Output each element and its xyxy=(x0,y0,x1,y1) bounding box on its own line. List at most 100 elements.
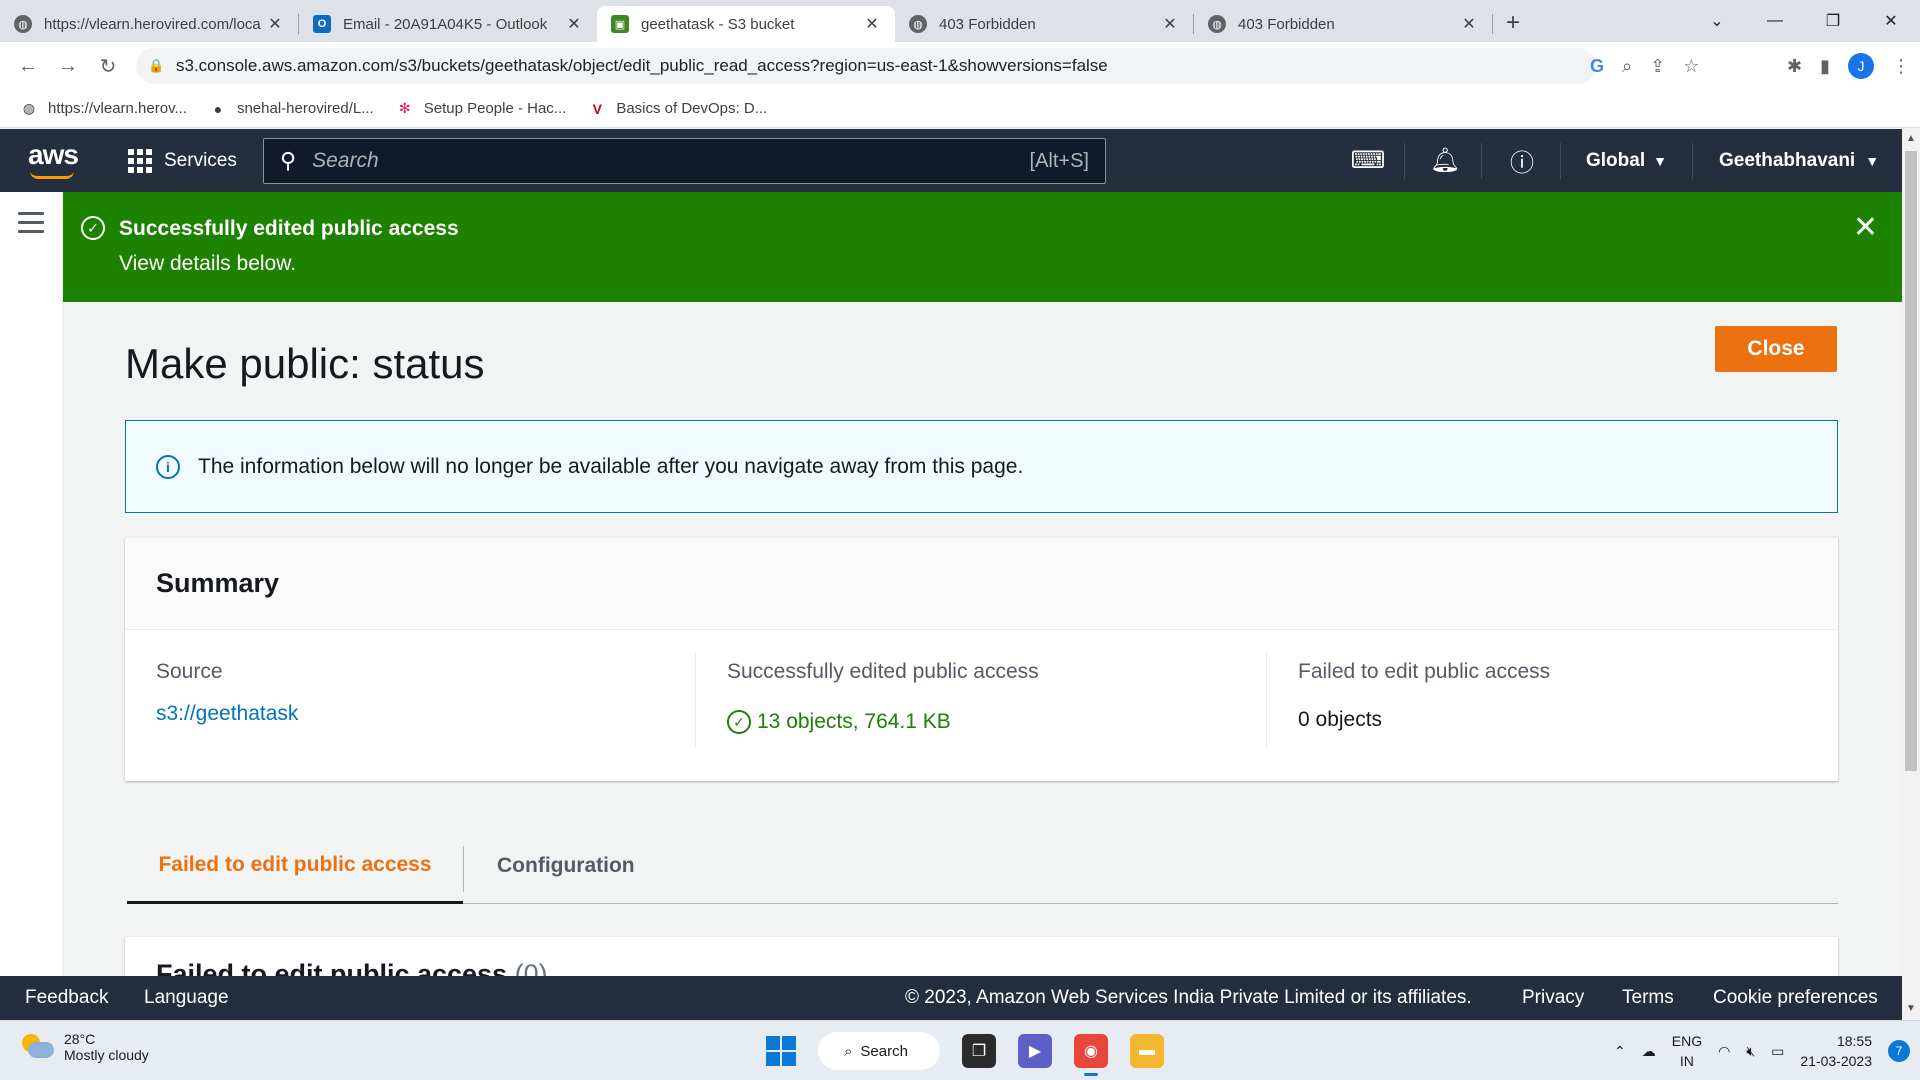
account-menu[interactable]: Geethabhavani ▼ xyxy=(1719,129,1879,192)
tab-search-icon[interactable]: ⌄ xyxy=(1688,11,1746,31)
chevron-up-icon[interactable]: ⌃ xyxy=(1614,1043,1626,1060)
tab-title: geethatask - S3 bucket xyxy=(641,15,795,33)
hamburger-menu-icon[interactable] xyxy=(18,212,44,239)
extensions-icon[interactable]: ✱ xyxy=(1787,56,1802,77)
partly-cloudy-icon xyxy=(20,1034,54,1060)
page-title: Make public: status xyxy=(125,340,485,387)
caret-down-icon: ▼ xyxy=(1865,152,1880,169)
help-icon[interactable]: ⓘ xyxy=(1502,129,1542,192)
profile-avatar[interactable]: J xyxy=(1848,53,1874,79)
bookmark-item[interactable]: ✻ Setup People - Hac... xyxy=(396,100,566,118)
browser-toolbar-right: ✱ ▮ J ⋮ xyxy=(1787,42,1910,90)
window-close-icon[interactable]: ✕ xyxy=(1862,11,1920,31)
back-icon[interactable]: ← xyxy=(8,55,48,78)
panel-count: (0) xyxy=(514,959,548,977)
browser-tab[interactable]: ◍ https://vlearn.herovired.com/loca ✕ xyxy=(0,6,298,42)
wifi-icon[interactable]: ◠ xyxy=(1718,1043,1730,1060)
scroll-thumb[interactable] xyxy=(1905,151,1917,771)
scroll-up-icon[interactable]: ▲ xyxy=(1906,133,1916,144)
nav-divider xyxy=(1560,143,1561,179)
task-view-icon[interactable]: ❐ xyxy=(962,1034,996,1068)
weather-widget[interactable]: 28°C Mostly cloudy xyxy=(20,1031,149,1063)
close-button[interactable]: Close xyxy=(1715,326,1837,372)
language-link[interactable]: Language xyxy=(144,976,229,1020)
language-indicator[interactable]: ENG IN xyxy=(1672,1031,1702,1071)
clock[interactable]: 18:55 21-03-2023 xyxy=(1800,1031,1872,1071)
zoom-icon[interactable]: ⌕ xyxy=(1622,56,1632,77)
lock-icon[interactable]: 🔒 xyxy=(148,58,164,74)
bookmark-item[interactable]: ◍ https://vlearn.herov... xyxy=(20,100,187,118)
flash-subtitle: View details below. xyxy=(119,252,297,275)
file-explorer-icon[interactable]: ▬ xyxy=(1130,1034,1164,1068)
summary-panel: Summary Source s3://geethatask Successfu… xyxy=(125,537,1838,781)
terms-link[interactable]: Terms xyxy=(1622,976,1674,1020)
restore-icon[interactable]: ❐ xyxy=(1804,11,1862,31)
info-text: The information below will no longer be … xyxy=(198,454,1024,478)
bookmark-item[interactable]: ● snehal-herovired/L... xyxy=(209,100,374,118)
google-icon[interactable]: G xyxy=(1590,56,1604,77)
close-tab-icon[interactable]: ✕ xyxy=(266,14,284,34)
share-icon[interactable]: ⇪ xyxy=(1650,56,1665,77)
privacy-link[interactable]: Privacy xyxy=(1522,976,1584,1020)
lang-region: IN xyxy=(1679,1053,1694,1069)
close-tab-icon[interactable]: ✕ xyxy=(565,14,583,34)
nav-divider xyxy=(1692,143,1693,179)
summary-source: Source s3://geethatask xyxy=(125,630,695,782)
browser-tab[interactable]: ◍ 403 Forbidden ✕ xyxy=(895,6,1193,42)
region-menu[interactable]: Global ▼ xyxy=(1586,129,1667,192)
bookmark-item[interactable]: V Basics of DevOps: D... xyxy=(588,100,768,118)
info-icon: i xyxy=(156,454,180,479)
close-tab-icon[interactable]: ✕ xyxy=(863,14,881,34)
aws-logo[interactable]: aws xyxy=(28,139,79,171)
notification-badge[interactable]: 7 xyxy=(1888,1040,1910,1062)
bookmarks-bar: ◍ https://vlearn.herov... ● snehal-herov… xyxy=(0,90,1920,128)
slack-icon: ✻ xyxy=(398,100,411,116)
menu-kebab-icon[interactable]: ⋮ xyxy=(1892,56,1910,77)
close-tab-icon[interactable]: ✕ xyxy=(1161,14,1179,34)
chrome-icon[interactable]: ◉ xyxy=(1074,1034,1108,1076)
v-logo-icon: V xyxy=(592,100,602,117)
tab-title: Email - 20A91A04K5 - Outlook xyxy=(343,15,548,33)
console-footer: Feedback Language © 2023, Amazon Web Ser… xyxy=(0,976,1902,1020)
address-bar[interactable]: s3.console.aws.amazon.com/s3/buckets/gee… xyxy=(136,48,1596,84)
onedrive-icon[interactable]: ☁ xyxy=(1642,1043,1656,1060)
bell-icon[interactable]: 🔔︎ xyxy=(1425,129,1465,192)
star-icon[interactable]: ☆ xyxy=(1683,56,1699,77)
side-panel-icon[interactable]: ▮ xyxy=(1820,56,1830,77)
source-link[interactable]: s3://geethatask xyxy=(156,702,695,726)
panel-title: Failed to edit public access (0) xyxy=(156,959,548,977)
browser-tab-active[interactable]: ▣ geethatask - S3 bucket ✕ xyxy=(597,6,895,42)
success-label: Successfully edited public access xyxy=(727,660,1039,683)
services-menu[interactable]: Services xyxy=(128,129,237,192)
aws-search-input[interactable]: ⚲ Search [Alt+S] xyxy=(263,138,1106,184)
browser-tab[interactable]: O Email - 20A91A04K5 - Outlook ✕ xyxy=(299,6,597,42)
tab-failed-to-edit[interactable]: Failed to edit public access xyxy=(127,828,463,904)
cookie-preferences-link[interactable]: Cookie preferences xyxy=(1713,976,1878,1020)
taskbar-search[interactable]: ⌕ Search xyxy=(818,1032,940,1070)
cloudshell-icon[interactable]: ⌨ xyxy=(1348,129,1388,192)
feedback-link[interactable]: Feedback xyxy=(25,976,108,1020)
teams-chat-icon[interactable]: ▶ xyxy=(1018,1034,1052,1068)
browser-tab[interactable]: ◍ 403 Forbidden ✕ xyxy=(1194,6,1492,42)
close-tab-icon[interactable]: ✕ xyxy=(1460,14,1478,34)
s3-icon: ▣ xyxy=(611,15,629,33)
battery-icon[interactable]: ▭ xyxy=(1771,1043,1784,1060)
tab-configuration[interactable]: Configuration xyxy=(497,828,635,904)
info-alert: i The information below will no longer b… xyxy=(125,420,1838,513)
grid-icon xyxy=(128,148,152,173)
new-tab-icon[interactable]: + xyxy=(1493,9,1533,37)
reload-icon[interactable]: ↻ xyxy=(88,54,128,79)
dismiss-icon[interactable]: ✕ xyxy=(1853,210,1878,245)
scroll-down-icon[interactable]: ▼ xyxy=(1906,1003,1916,1014)
forward-icon[interactable]: → xyxy=(48,55,88,78)
summary-success: Successfully edited public access ✓ 13 o… xyxy=(696,630,1266,782)
outlook-icon: O xyxy=(313,15,331,33)
speaker-muted-icon[interactable]: 🔇︎ xyxy=(1746,1043,1755,1060)
windows-start-icon[interactable] xyxy=(766,1036,796,1066)
caret-down-icon: ▼ xyxy=(1653,152,1667,169)
taskbar-search-label: Search xyxy=(860,1042,908,1060)
page-scrollbar[interactable]: ▲ ▼ xyxy=(1902,129,1920,1020)
bookmark-label: snehal-herovired/L... xyxy=(236,100,374,117)
tab-label: Configuration xyxy=(497,854,635,877)
minimize-icon[interactable]: — xyxy=(1746,12,1804,30)
